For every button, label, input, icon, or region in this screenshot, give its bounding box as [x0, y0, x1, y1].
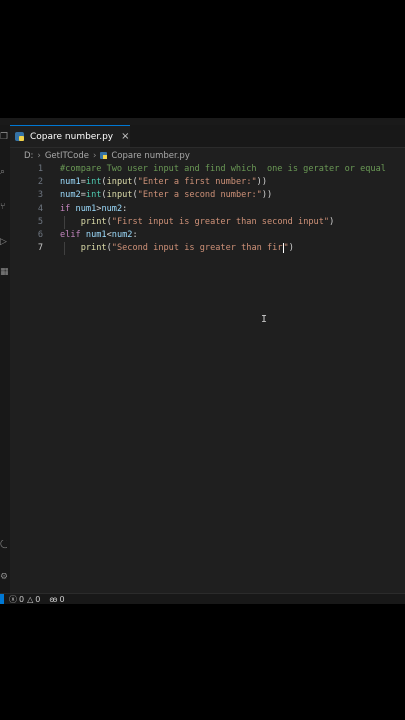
ports-indicator[interactable]: ꙭ 0 — [49, 595, 64, 604]
code-token: num2 — [60, 190, 81, 201]
line-number: 6 — [37, 230, 43, 240]
tab-copare-number[interactable]: Copare number.py × — [10, 125, 130, 147]
ports-icon: ꙭ — [49, 595, 58, 604]
remote-indicator[interactable] — [0, 594, 4, 604]
code-token: int — [85, 177, 102, 188]
text-cursor-icon: I — [261, 314, 268, 325]
line-code: num2=int(input("Enter a second number:")… — [60, 189, 272, 202]
code-token: "Enter a first number:" — [137, 177, 257, 188]
code-token: ) — [329, 216, 335, 227]
code-token: print — [80, 243, 107, 254]
tab-label: Copare number.py — [30, 131, 114, 142]
problems-indicator[interactable]: ⓧ 0 △ 0 — [9, 594, 40, 604]
search-icon[interactable]: ⌕ — [0, 168, 7, 177]
code-token: "First input is greater than second inpu… — [111, 216, 330, 227]
code-token: ) — [288, 243, 294, 254]
python-file-icon — [15, 132, 24, 141]
line-code: print("Second input is greater than fir"… — [60, 242, 294, 255]
code-editor[interactable]: 1 #compare Two user input and find which … — [10, 163, 405, 583]
line-code: if num1>num2: — [60, 203, 127, 216]
extensions-icon[interactable]: ▦ — [0, 268, 9, 277]
warning-count: 0 — [35, 595, 41, 604]
chevron-right-icon: › — [92, 150, 97, 161]
code-line[interactable]: 1 #compare Two user input and find which … — [10, 163, 405, 176]
code-token: : — [122, 203, 128, 214]
code-token: #compare Two user input and find which o… — [60, 164, 386, 174]
code-token: print — [80, 216, 107, 227]
code-token: "Enter a second number:" — [137, 190, 262, 201]
tab-bar: Copare number.py × — [10, 125, 405, 148]
line-code: elif num1<num2: — [60, 229, 138, 242]
title-bar — [0, 118, 405, 125]
breadcrumb-drive[interactable]: D: — [24, 151, 33, 161]
code-line[interactable]: 7 print("Second input is greater than fi… — [10, 242, 405, 256]
line-code: num1=int(input("Enter a first number:")) — [60, 176, 267, 189]
code-line[interactable]: 3 num2=int(input("Enter a second number:"… — [10, 189, 405, 202]
status-bar: ⓧ 0 △ 0 ꙭ 0 — [0, 593, 405, 604]
code-token: num2 — [111, 230, 133, 240]
vscode-window: ❐ ⌕ ⑂ ▷ ▦ ◯ ⚙ Copare number.py × D: › Ge… — [0, 118, 405, 604]
code-token: )) — [256, 177, 268, 188]
run-debug-icon[interactable]: ▷ — [0, 238, 7, 247]
ports-count: 0 — [59, 595, 65, 604]
python-file-icon — [100, 152, 108, 159]
close-icon[interactable]: × — [121, 131, 129, 142]
line-number: 4 — [37, 203, 43, 214]
breadcrumb: D: › GetITCode › Copare number.py — [24, 149, 190, 162]
breadcrumb-folder[interactable]: GetITCode — [45, 151, 89, 161]
activity-bar: ❐ ⌕ ⑂ ▷ ▦ ◯ ⚙ — [0, 125, 10, 593]
gear-icon[interactable]: ⚙ — [0, 573, 7, 582]
line-number: 3 — [37, 190, 43, 201]
line-number: 2 — [37, 177, 43, 188]
breadcrumb-file[interactable]: Copare number.py — [111, 151, 190, 161]
code-token: num2 — [101, 203, 123, 214]
code-line[interactable]: 5 print("First input is greater than sec… — [10, 215, 405, 229]
code-token: input — [106, 177, 133, 188]
code-token: "Second input is greater than fir — [111, 243, 283, 254]
files-icon[interactable]: ❐ — [0, 133, 8, 142]
code-line[interactable]: 6 elif num1<num2: — [10, 229, 405, 242]
error-icon: ⓧ — [9, 595, 17, 604]
error-count: 0 — [19, 595, 25, 604]
code-token: elif — [60, 230, 81, 240]
warning-icon: △ — [27, 595, 34, 604]
code-line[interactable]: 2 num1=int(input("Enter a first number:")… — [10, 176, 405, 189]
line-number: 5 — [37, 216, 43, 227]
line-number: 7 — [37, 243, 43, 254]
code-token: num1 — [75, 203, 97, 214]
code-token: )) — [261, 190, 273, 201]
source-control-icon[interactable]: ⑂ — [0, 203, 7, 212]
code-token: num1 — [60, 177, 81, 188]
code-token: : — [132, 230, 138, 240]
code-token: num1 — [85, 230, 107, 240]
code-token: int — [85, 190, 102, 201]
line-code: #compare Two user input and find which o… — [60, 163, 386, 176]
line-number: 1 — [37, 164, 43, 174]
code-line[interactable]: 4 if num1>num2: — [10, 203, 405, 216]
chevron-right-icon: › — [37, 150, 41, 161]
line-code: print("First input is greater than secon… — [60, 216, 335, 229]
code-token: input — [106, 190, 133, 201]
code-token: if — [60, 203, 71, 214]
account-icon[interactable]: ◯ — [0, 540, 7, 549]
